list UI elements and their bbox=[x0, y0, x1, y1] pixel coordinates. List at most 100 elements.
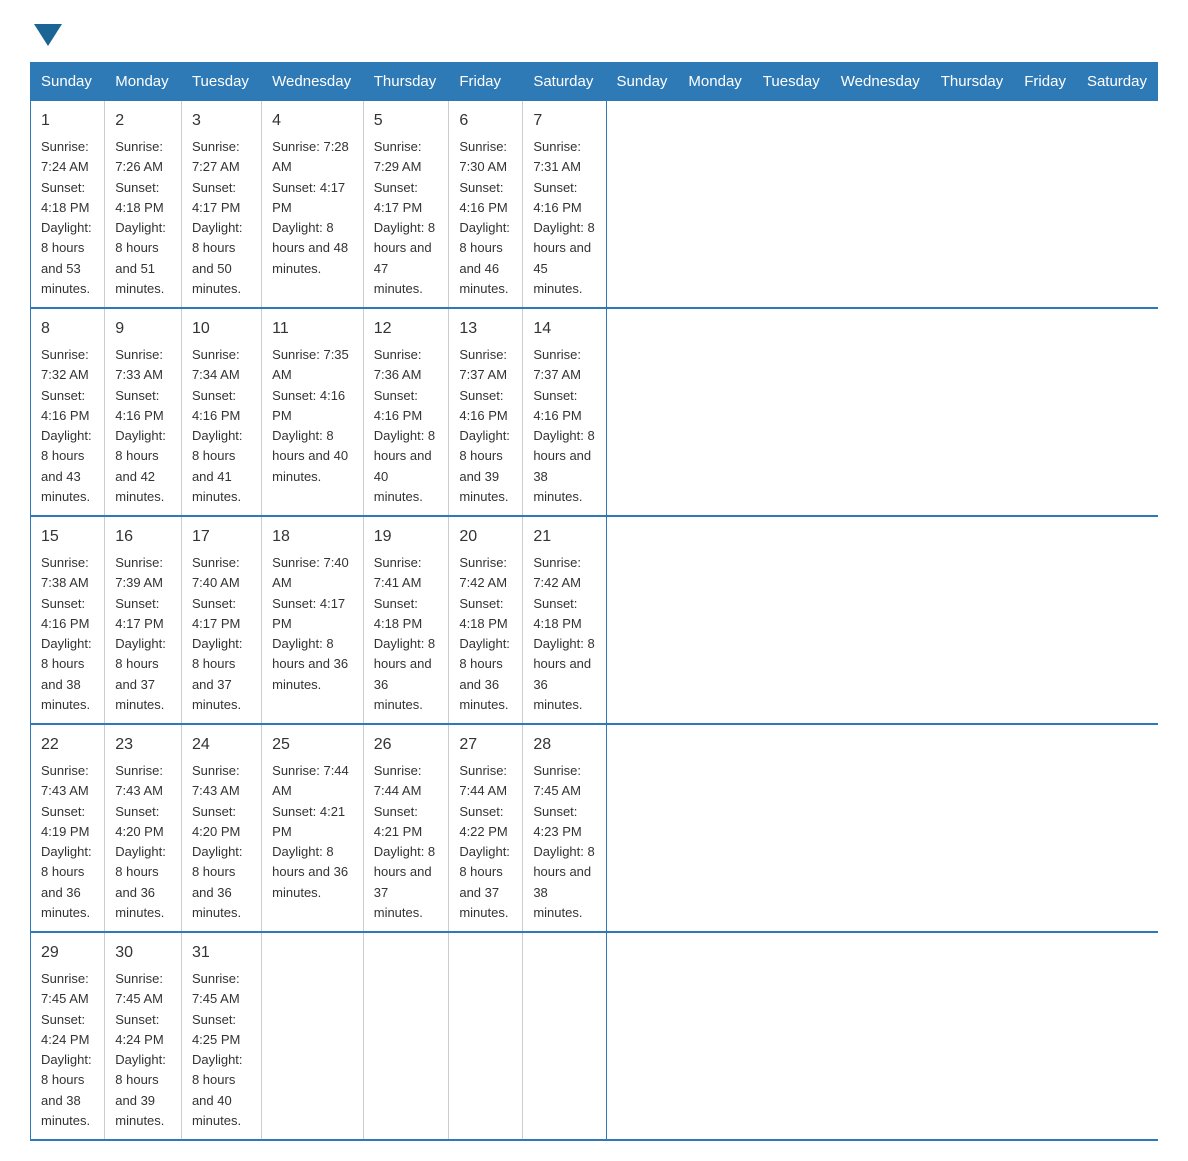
day-number: 17 bbox=[192, 525, 251, 549]
calendar-day-cell: 11 Sunrise: 7:35 AMSunset: 4:16 PMDaylig… bbox=[262, 308, 364, 516]
day-number: 1 bbox=[41, 109, 94, 133]
day-number: 12 bbox=[374, 317, 439, 341]
day-number: 8 bbox=[41, 317, 94, 341]
calendar-day-cell: 16 Sunrise: 7:39 AMSunset: 4:17 PMDaylig… bbox=[105, 516, 182, 724]
calendar-day-cell: 10 Sunrise: 7:34 AMSunset: 4:16 PMDaylig… bbox=[181, 308, 261, 516]
calendar-week-row: 15 Sunrise: 7:38 AMSunset: 4:16 PMDaylig… bbox=[31, 516, 1158, 724]
day-number: 27 bbox=[459, 733, 512, 757]
day-number: 19 bbox=[374, 525, 439, 549]
calendar-day-cell: 26 Sunrise: 7:44 AMSunset: 4:21 PMDaylig… bbox=[363, 724, 449, 932]
day-of-week-header: Thursday bbox=[930, 63, 1014, 101]
calendar-day-cell: 8 Sunrise: 7:32 AMSunset: 4:16 PMDayligh… bbox=[31, 308, 105, 516]
calendar-day-cell: 2 Sunrise: 7:26 AMSunset: 4:18 PMDayligh… bbox=[105, 101, 182, 309]
calendar-day-cell: 15 Sunrise: 7:38 AMSunset: 4:16 PMDaylig… bbox=[31, 516, 105, 724]
day-info: Sunrise: 7:44 AMSunset: 4:21 PMDaylight:… bbox=[374, 763, 435, 920]
day-info: Sunrise: 7:45 AMSunset: 4:25 PMDaylight:… bbox=[192, 971, 243, 1128]
calendar-day-cell: 9 Sunrise: 7:33 AMSunset: 4:16 PMDayligh… bbox=[105, 308, 182, 516]
calendar-day-cell bbox=[262, 932, 364, 1140]
logo bbox=[30, 20, 62, 42]
calendar-day-cell: 17 Sunrise: 7:40 AMSunset: 4:17 PMDaylig… bbox=[181, 516, 261, 724]
day-number: 6 bbox=[459, 109, 512, 133]
day-info: Sunrise: 7:44 AMSunset: 4:22 PMDaylight:… bbox=[459, 763, 510, 920]
day-number: 2 bbox=[115, 109, 171, 133]
day-of-week-header: Tuesday bbox=[181, 63, 261, 101]
day-number: 29 bbox=[41, 941, 94, 965]
day-of-week-header: Monday bbox=[105, 63, 182, 101]
day-number: 10 bbox=[192, 317, 251, 341]
calendar-day-cell: 22 Sunrise: 7:43 AMSunset: 4:19 PMDaylig… bbox=[31, 724, 105, 932]
calendar-week-row: 8 Sunrise: 7:32 AMSunset: 4:16 PMDayligh… bbox=[31, 308, 1158, 516]
calendar-day-cell bbox=[363, 932, 449, 1140]
day-info: Sunrise: 7:43 AMSunset: 4:20 PMDaylight:… bbox=[115, 763, 166, 920]
day-info: Sunrise: 7:40 AMSunset: 4:17 PMDaylight:… bbox=[192, 555, 243, 712]
calendar-day-cell: 6 Sunrise: 7:30 AMSunset: 4:16 PMDayligh… bbox=[449, 101, 523, 309]
day-info: Sunrise: 7:39 AMSunset: 4:17 PMDaylight:… bbox=[115, 555, 166, 712]
calendar-day-cell: 23 Sunrise: 7:43 AMSunset: 4:20 PMDaylig… bbox=[105, 724, 182, 932]
day-info: Sunrise: 7:34 AMSunset: 4:16 PMDaylight:… bbox=[192, 347, 243, 504]
day-of-week-header: Thursday bbox=[363, 63, 449, 101]
day-number: 9 bbox=[115, 317, 171, 341]
day-number: 22 bbox=[41, 733, 94, 757]
day-info: Sunrise: 7:37 AMSunset: 4:16 PMDaylight:… bbox=[459, 347, 510, 504]
day-info: Sunrise: 7:41 AMSunset: 4:18 PMDaylight:… bbox=[374, 555, 435, 712]
day-info: Sunrise: 7:26 AMSunset: 4:18 PMDaylight:… bbox=[115, 139, 166, 296]
day-number: 28 bbox=[533, 733, 595, 757]
day-number: 23 bbox=[115, 733, 171, 757]
day-number: 21 bbox=[533, 525, 595, 549]
day-number: 31 bbox=[192, 941, 251, 965]
calendar-week-row: 22 Sunrise: 7:43 AMSunset: 4:19 PMDaylig… bbox=[31, 724, 1158, 932]
day-info: Sunrise: 7:32 AMSunset: 4:16 PMDaylight:… bbox=[41, 347, 92, 504]
calendar-day-cell bbox=[449, 932, 523, 1140]
day-of-week-header: Wednesday bbox=[830, 63, 930, 101]
day-number: 14 bbox=[533, 317, 595, 341]
logo-triangle-icon bbox=[34, 24, 62, 46]
calendar-day-cell: 13 Sunrise: 7:37 AMSunset: 4:16 PMDaylig… bbox=[449, 308, 523, 516]
page-header bbox=[30, 20, 1158, 42]
day-number: 30 bbox=[115, 941, 171, 965]
day-number: 18 bbox=[272, 525, 353, 549]
day-info: Sunrise: 7:27 AMSunset: 4:17 PMDaylight:… bbox=[192, 139, 243, 296]
calendar-day-cell: 5 Sunrise: 7:29 AMSunset: 4:17 PMDayligh… bbox=[363, 101, 449, 309]
day-of-week-header: Monday bbox=[678, 63, 752, 101]
day-of-week-header: Sunday bbox=[606, 63, 678, 101]
calendar-day-cell: 28 Sunrise: 7:45 AMSunset: 4:23 PMDaylig… bbox=[523, 724, 606, 932]
calendar-day-cell: 1 Sunrise: 7:24 AMSunset: 4:18 PMDayligh… bbox=[31, 101, 105, 309]
day-number: 16 bbox=[115, 525, 171, 549]
day-number: 15 bbox=[41, 525, 94, 549]
day-info: Sunrise: 7:40 AMSunset: 4:17 PMDaylight:… bbox=[272, 555, 349, 692]
day-info: Sunrise: 7:24 AMSunset: 4:18 PMDaylight:… bbox=[41, 139, 92, 296]
day-number: 24 bbox=[192, 733, 251, 757]
day-of-week-header: Saturday bbox=[1076, 63, 1157, 101]
calendar-day-cell: 31 Sunrise: 7:45 AMSunset: 4:25 PMDaylig… bbox=[181, 932, 261, 1140]
calendar-header-row: SundayMondayTuesdayWednesdayThursdayFrid… bbox=[31, 63, 1158, 101]
day-of-week-header: Wednesday bbox=[262, 63, 364, 101]
day-number: 11 bbox=[272, 317, 353, 341]
calendar-day-cell: 29 Sunrise: 7:45 AMSunset: 4:24 PMDaylig… bbox=[31, 932, 105, 1140]
calendar-day-cell: 27 Sunrise: 7:44 AMSunset: 4:22 PMDaylig… bbox=[449, 724, 523, 932]
day-info: Sunrise: 7:43 AMSunset: 4:20 PMDaylight:… bbox=[192, 763, 243, 920]
day-info: Sunrise: 7:29 AMSunset: 4:17 PMDaylight:… bbox=[374, 139, 435, 296]
day-info: Sunrise: 7:35 AMSunset: 4:16 PMDaylight:… bbox=[272, 347, 349, 484]
day-info: Sunrise: 7:42 AMSunset: 4:18 PMDaylight:… bbox=[459, 555, 510, 712]
day-number: 25 bbox=[272, 733, 353, 757]
calendar-day-cell: 30 Sunrise: 7:45 AMSunset: 4:24 PMDaylig… bbox=[105, 932, 182, 1140]
day-info: Sunrise: 7:45 AMSunset: 4:23 PMDaylight:… bbox=[533, 763, 594, 920]
day-of-week-header: Saturday bbox=[523, 63, 606, 101]
calendar-day-cell: 24 Sunrise: 7:43 AMSunset: 4:20 PMDaylig… bbox=[181, 724, 261, 932]
day-info: Sunrise: 7:38 AMSunset: 4:16 PMDaylight:… bbox=[41, 555, 92, 712]
day-of-week-header: Friday bbox=[449, 63, 523, 101]
day-of-week-header: Sunday bbox=[31, 63, 105, 101]
day-number: 20 bbox=[459, 525, 512, 549]
calendar-day-cell: 4 Sunrise: 7:28 AMSunset: 4:17 PMDayligh… bbox=[262, 101, 364, 309]
calendar-day-cell: 20 Sunrise: 7:42 AMSunset: 4:18 PMDaylig… bbox=[449, 516, 523, 724]
calendar-day-cell: 12 Sunrise: 7:36 AMSunset: 4:16 PMDaylig… bbox=[363, 308, 449, 516]
calendar-table: SundayMondayTuesdayWednesdayThursdayFrid… bbox=[30, 62, 1158, 1141]
day-number: 3 bbox=[192, 109, 251, 133]
day-of-week-header: Friday bbox=[1014, 63, 1077, 101]
calendar-week-row: 1 Sunrise: 7:24 AMSunset: 4:18 PMDayligh… bbox=[31, 101, 1158, 309]
day-info: Sunrise: 7:44 AMSunset: 4:21 PMDaylight:… bbox=[272, 763, 349, 900]
day-number: 13 bbox=[459, 317, 512, 341]
calendar-day-cell: 21 Sunrise: 7:42 AMSunset: 4:18 PMDaylig… bbox=[523, 516, 606, 724]
day-info: Sunrise: 7:33 AMSunset: 4:16 PMDaylight:… bbox=[115, 347, 166, 504]
day-info: Sunrise: 7:28 AMSunset: 4:17 PMDaylight:… bbox=[272, 139, 349, 276]
